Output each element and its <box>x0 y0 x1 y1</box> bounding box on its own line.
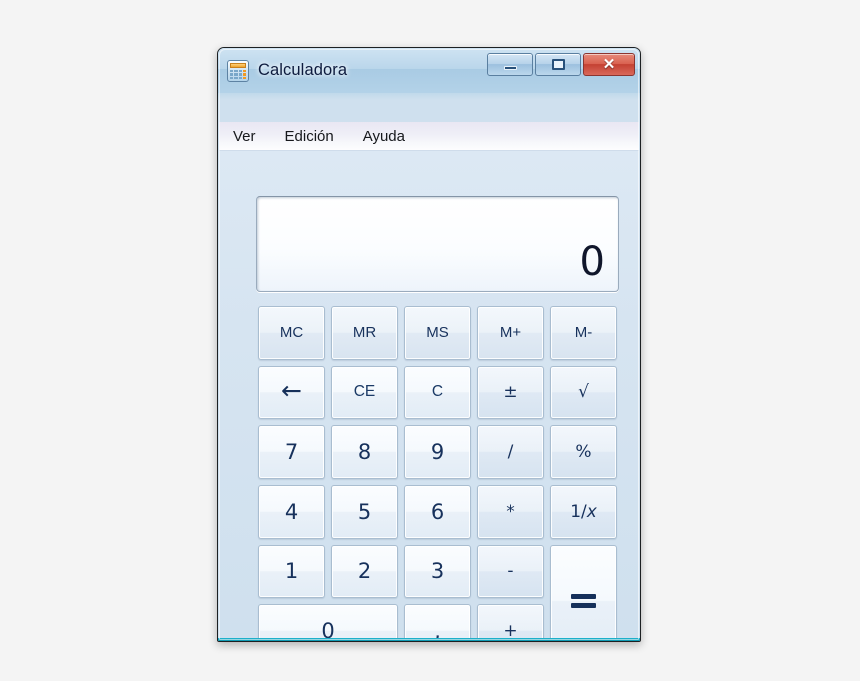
key-label: MS <box>426 324 449 342</box>
backspace-arrow-icon: ← <box>281 376 302 406</box>
key-label: C <box>431 383 444 401</box>
calculator-icon <box>227 60 249 82</box>
key-label: ± <box>503 382 518 403</box>
equals-icon <box>571 590 596 612</box>
key-label: 1/x <box>570 501 597 522</box>
key-label: 1 <box>284 559 299 584</box>
menu-item-ver[interactable]: Ver <box>231 126 258 147</box>
key-label: , <box>434 619 441 642</box>
key-memory-recall[interactable]: MR <box>331 306 398 360</box>
close-button[interactable]: ✕ <box>583 53 635 76</box>
menu-item-ayuda[interactable]: Ayuda <box>361 126 407 147</box>
display-field[interactable]: 0 <box>256 196 619 292</box>
key-memory-subtract[interactable]: M- <box>550 306 617 360</box>
key-label: * <box>506 501 515 522</box>
key-label: CE <box>353 383 376 401</box>
key-label: M- <box>574 324 593 342</box>
key-memory-add[interactable]: M+ <box>477 306 544 360</box>
key-digit-3[interactable]: 3 <box>404 544 471 599</box>
window-controls: ✕ <box>487 53 635 76</box>
key-digit-9[interactable]: 9 <box>404 425 471 479</box>
key-memory-store[interactable]: MS <box>404 306 471 360</box>
key-decimal-separator[interactable]: , <box>404 604 471 642</box>
key-percent[interactable]: % <box>550 425 617 479</box>
key-label: + <box>503 621 518 642</box>
key-add[interactable]: + <box>477 604 544 642</box>
keypad: MC MR MS M+ M- ← CE C ± √ 7 8 9 /% 4 5 6 * 1/x 1 2 3 - = 0, + <box>258 306 617 642</box>
display-value: 0 <box>579 239 605 285</box>
key-label: √ <box>578 382 589 403</box>
key-digit-2[interactable]: 2 <box>331 544 398 599</box>
maximize-icon <box>551 59 565 70</box>
key-divide[interactable]: / <box>477 425 544 479</box>
maximize-button[interactable] <box>535 53 581 76</box>
key-square-root[interactable]: √ <box>550 365 617 420</box>
key-label: / <box>507 442 514 463</box>
key-sign-toggle[interactable]: ± <box>477 365 544 420</box>
key-memory-clear[interactable]: MC <box>258 306 325 360</box>
key-label: M+ <box>499 324 522 342</box>
key-label: 5 <box>357 499 372 524</box>
key-label: 0 <box>321 619 335 642</box>
key-digit-8[interactable]: 8 <box>331 425 398 479</box>
key-subtract[interactable]: - <box>477 544 544 599</box>
calculator-window: Calculadora ✕ Ver Edición Ayuda 0 MC MR MS… <box>217 47 641 642</box>
key-label: 9 <box>430 440 445 465</box>
key-reciprocal[interactable]: 1/x <box>550 485 617 539</box>
window-title: Calculadora <box>258 61 348 79</box>
key-digit-5[interactable]: 5 <box>331 485 398 539</box>
key-digit-4[interactable]: 4 <box>258 485 325 539</box>
menu-item-edicion[interactable]: Edición <box>283 126 336 147</box>
key-label: 4 <box>284 499 299 524</box>
minimize-icon <box>503 66 517 70</box>
title-bar[interactable]: Calculadora ✕ <box>218 48 640 93</box>
key-multiply[interactable]: * <box>477 485 544 539</box>
key-label: 7 <box>284 440 299 465</box>
key-backspace[interactable]: ← <box>258 365 325 420</box>
close-icon: ✕ <box>602 56 616 73</box>
key-label: 2 <box>357 559 372 584</box>
key-label: % <box>575 442 592 463</box>
key-clear[interactable]: C <box>404 365 471 420</box>
key-label: MC <box>279 324 304 342</box>
key-digit-7[interactable]: 7 <box>258 425 325 479</box>
key-label: MR <box>352 324 377 342</box>
client-area: Ver Edición Ayuda 0 MC MR MS M+ M- ← CE C ± √ 7 8 9 /… <box>219 122 639 641</box>
key-label: 3 <box>430 559 445 584</box>
minimize-button[interactable] <box>487 53 533 76</box>
key-label: 6 <box>430 499 445 524</box>
key-label: 8 <box>357 440 372 465</box>
key-equals[interactable]: = <box>550 544 617 641</box>
menu-bar: Ver Edición Ayuda <box>219 122 639 151</box>
key-digit-0[interactable]: 0 <box>258 604 398 642</box>
key-clear-entry[interactable]: CE <box>331 365 398 420</box>
key-digit-6[interactable]: 6 <box>404 485 471 539</box>
key-digit-1[interactable]: 1 <box>258 544 325 599</box>
key-label: - <box>507 561 514 582</box>
